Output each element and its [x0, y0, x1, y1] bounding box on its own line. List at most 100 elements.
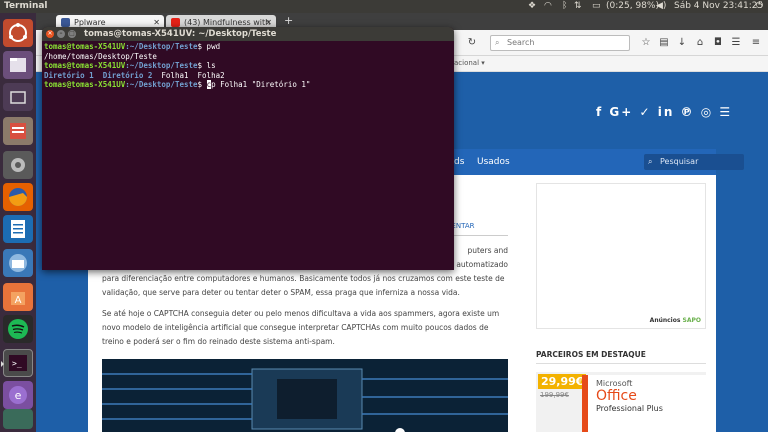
- spotify-icon[interactable]: [3, 315, 33, 343]
- download-icon[interactable]: ↓: [676, 36, 688, 50]
- terminal-line: tomas@tomas-X541UV:~/Desktop/Teste$ ls: [44, 61, 452, 71]
- clock[interactable]: Sáb 4 Nov 23:41:25: [674, 1, 763, 12]
- tab-label: Pplware: [74, 18, 106, 27]
- ad-box[interactable]: Anúncios SAPO: [536, 183, 706, 329]
- ls-files: Folha1 Folha2: [152, 70, 225, 80]
- prompt-user: tomas@tomas-X541UV: [44, 42, 126, 51]
- terminal-line: tomas@tomas-X541UV:~/Desktop/Teste$ pwd: [44, 42, 452, 52]
- emacs-icon[interactable]: e: [3, 381, 33, 409]
- terminal-titlebar[interactable]: ✕ – □ tomas@tomas-X541UV: ~/Desktop/Test…: [42, 27, 454, 41]
- hamburger-menu-icon[interactable]: ☰: [730, 36, 742, 50]
- site-search-input[interactable]: ⌕ Pesquisar: [644, 154, 744, 170]
- tab-label: (43) Mindfulness with: [184, 18, 271, 27]
- terminal-window[interactable]: ✕ – □ tomas@tomas-X541UV: ~/Desktop/Test…: [42, 27, 454, 270]
- ad-label: Anúncios SAPO: [650, 317, 701, 324]
- window-icon[interactable]: [3, 83, 33, 111]
- promo-edition: Professional Plus: [596, 404, 663, 413]
- terminal-line: Diretório 1 Diretório 2 Folha1 Folha2: [44, 71, 452, 81]
- pocket-icon[interactable]: ◘: [712, 36, 724, 50]
- battery-icon[interactable]: ▭: [592, 1, 601, 12]
- svg-text:A: A: [15, 295, 22, 306]
- home-icon[interactable]: ⌂: [694, 36, 706, 50]
- system-settings-icon[interactable]: [3, 151, 33, 179]
- writer-glyph: [11, 220, 25, 238]
- ad-label-prefix: Anúncios: [649, 317, 683, 324]
- svg-text:e: e: [15, 389, 22, 402]
- star-icon[interactable]: ☆: [640, 36, 652, 50]
- search-icon: ⌕: [648, 157, 653, 166]
- terminal-line: /home/tomas/Desktop/Teste: [44, 51, 157, 61]
- promo-old-price: 199,99€: [540, 391, 569, 399]
- volume-icon[interactable]: ◀): [656, 1, 666, 12]
- nav-item-fragment[interactable]: ds: [454, 149, 464, 175]
- search-icon: ⌕: [495, 38, 500, 47]
- ls-directory: Diretório 2: [102, 70, 153, 80]
- prompt-path: :~/Desktop/Teste: [125, 61, 198, 70]
- libreoffice-writer-icon[interactable]: [3, 215, 33, 243]
- paragraph-line: treino e poderá ser o fim do reinado des…: [102, 337, 335, 346]
- social-icons[interactable]: f G+ ✓ in ℗ ◎ ☰: [596, 105, 732, 119]
- prompt-user: tomas@tomas-X541UV: [44, 61, 126, 70]
- command-text: p Folha1 "Diretório 1": [211, 80, 311, 89]
- pplware-favicon-icon: [61, 18, 70, 27]
- new-tab-button[interactable]: +: [284, 14, 293, 27]
- promo-price: 29,99€: [538, 374, 587, 389]
- wifi-icon[interactable]: ◠: [544, 1, 552, 12]
- spotify-glyph: [8, 319, 28, 339]
- software-center-icon[interactable]: A: [3, 283, 33, 311]
- paragraph-line: novo modelo de inteligência artificial q…: [102, 323, 489, 332]
- battery-status[interactable]: (0:25, 98%): [606, 1, 659, 12]
- thunderbird-icon[interactable]: [3, 249, 33, 277]
- reading-list-icon[interactable]: ▤: [658, 36, 670, 50]
- paragraph-line: para diferenciação entre computadores e …: [102, 274, 505, 283]
- trash-icon[interactable]: [3, 409, 33, 429]
- thunderbird-glyph: [9, 254, 27, 272]
- top-panel: Terminal ❖ ◠ ᛒ ⇅ ▭ (0:25, 98%) ◀) Sáb 4 …: [0, 0, 768, 13]
- document-viewer-icon[interactable]: [3, 117, 33, 145]
- emacs-glyph: e: [9, 386, 27, 404]
- terminal-output[interactable]: tomas@tomas-X541UV:~/Desktop/Teste$ pwd /…: [44, 42, 452, 90]
- search-placeholder: Search: [507, 38, 535, 47]
- youtube-favicon-icon: [171, 18, 180, 27]
- ad-label-brand: SAPO: [682, 317, 701, 324]
- browser-search-input[interactable]: ⌕ Search: [490, 35, 630, 51]
- paragraph-line: Se até hoje o CAPTCHA conseguia deter ou…: [102, 309, 500, 318]
- promo-brand: Microsoft: [596, 379, 633, 388]
- launcher: A >_ e: [0, 13, 36, 432]
- command-text: $ pwd: [197, 42, 221, 51]
- site-search-placeholder: Pesquisar: [660, 157, 699, 166]
- article-hero-image: [102, 359, 508, 432]
- close-window-icon[interactable]: ✕: [46, 30, 54, 38]
- sidebar: Anúncios SAPO PARCEIROS EM DESTAQUE 29,9…: [536, 175, 706, 432]
- office-box: Microsoft Office Professional Plus: [582, 375, 706, 432]
- prompt-user: tomas@tomas-X541UV: [44, 80, 126, 89]
- terminal-icon[interactable]: >_: [1, 349, 33, 377]
- command-text: $ ls: [197, 61, 216, 70]
- active-app-title: Terminal: [4, 1, 48, 11]
- prompt-symbol: $: [197, 80, 207, 89]
- reload-icon[interactable]: ↻: [466, 36, 478, 50]
- ubuntu-dash-icon[interactable]: [3, 19, 33, 47]
- files-glyph: [10, 58, 26, 72]
- bluetooth-icon[interactable]: ᛒ: [562, 1, 567, 12]
- running-indicator: [1, 361, 4, 367]
- files-icon[interactable]: [3, 51, 33, 79]
- maximize-window-icon[interactable]: □: [68, 30, 76, 38]
- prompt-path: :~/Desktop/Teste: [125, 42, 198, 51]
- extra-menu-icon[interactable]: ≡: [750, 36, 762, 50]
- firefox-icon[interactable]: [3, 183, 33, 211]
- doc-glyph: [10, 123, 26, 139]
- terminal-line: tomas@tomas-X541UV:~/Desktop/Teste$ cp F…: [44, 80, 452, 90]
- bag-glyph: A: [11, 292, 25, 306]
- terminal-glyph: >_: [9, 355, 27, 371]
- office-promo[interactable]: 29,99€ 199,99€ Microsoft Office Professi…: [536, 372, 706, 432]
- minimize-window-icon[interactable]: –: [57, 30, 65, 38]
- prompt-path: :~/Desktop/Teste: [125, 80, 198, 89]
- bookmark-item[interactable]: acional ▾: [454, 59, 485, 67]
- dropbox-icon[interactable]: ❖: [528, 1, 536, 12]
- gear-icon: [11, 158, 25, 172]
- power-icon[interactable]: ⏻: [756, 1, 763, 12]
- nav-item-usados[interactable]: Usados: [477, 149, 510, 175]
- arrows-icon[interactable]: ⇅: [574, 1, 582, 12]
- divider: [454, 235, 508, 236]
